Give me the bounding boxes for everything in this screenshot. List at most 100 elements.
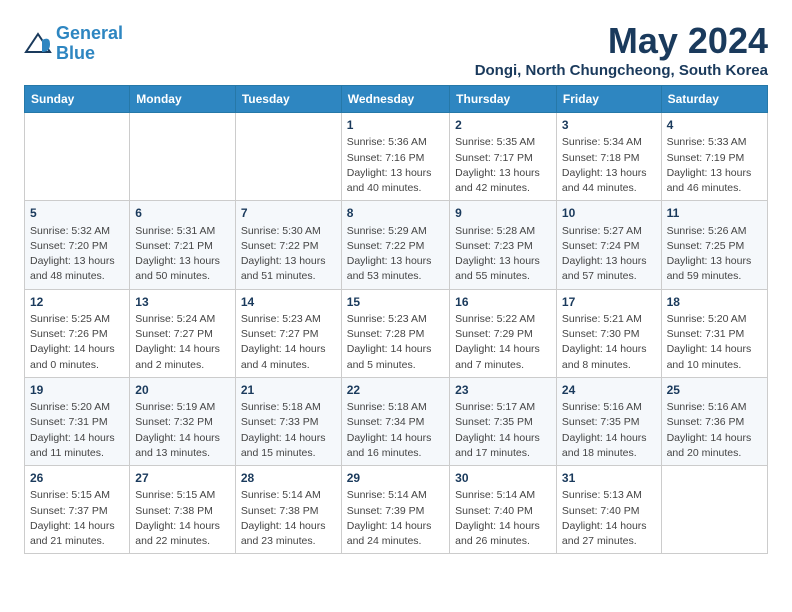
day-info: Sunrise: 5:20 AM Sunset: 7:31 PM Dayligh… [667, 312, 762, 373]
day-info: Sunrise: 5:18 AM Sunset: 7:33 PM Dayligh… [241, 400, 336, 461]
calendar-cell [235, 113, 341, 201]
calendar-cell: 17Sunrise: 5:21 AM Sunset: 7:30 PM Dayli… [556, 289, 661, 377]
day-number: 19 [30, 382, 124, 399]
calendar-week-row: 26Sunrise: 5:15 AM Sunset: 7:37 PM Dayli… [25, 466, 768, 554]
day-number: 3 [562, 117, 656, 134]
calendar-cell: 15Sunrise: 5:23 AM Sunset: 7:28 PM Dayli… [341, 289, 449, 377]
calendar-cell: 13Sunrise: 5:24 AM Sunset: 7:27 PM Dayli… [130, 289, 236, 377]
location-subtitle: Dongi, North Chungcheong, South Korea [475, 62, 768, 79]
calendar-cell: 7 Sunrise: 5:30 AM Sunset: 7:22 PM Daylig… [235, 201, 341, 289]
calendar-cell: 20Sunrise: 5:19 AM Sunset: 7:32 PM Dayli… [130, 377, 236, 465]
calendar-cell: 11Sunrise: 5:26 AM Sunset: 7:25 PM Dayli… [661, 201, 767, 289]
weekday-header-row: SundayMondayTuesdayWednesdayThursdayFrid… [25, 86, 768, 113]
day-number: 20 [135, 382, 230, 399]
logo-text: General Blue [56, 24, 123, 64]
day-number: 10 [562, 205, 656, 222]
day-info: Sunrise: 5:15 AM Sunset: 7:38 PM Dayligh… [135, 488, 230, 549]
calendar-cell [661, 466, 767, 554]
day-number: 29 [347, 470, 444, 487]
calendar-table: SundayMondayTuesdayWednesdayThursdayFrid… [24, 85, 768, 554]
day-number: 9 [455, 205, 551, 222]
day-info: Sunrise: 5:36 AM Sunset: 7:16 PM Dayligh… [347, 135, 444, 196]
day-number: 18 [667, 294, 762, 311]
calendar-cell: 26Sunrise: 5:15 AM Sunset: 7:37 PM Dayli… [25, 466, 130, 554]
calendar-cell: 29Sunrise: 5:14 AM Sunset: 7:39 PM Dayli… [341, 466, 449, 554]
logo-line2: Blue [56, 43, 95, 63]
day-info: Sunrise: 5:20 AM Sunset: 7:31 PM Dayligh… [30, 400, 124, 461]
day-number: 17 [562, 294, 656, 311]
logo: General Blue [24, 24, 123, 64]
day-info: Sunrise: 5:33 AM Sunset: 7:19 PM Dayligh… [667, 135, 762, 196]
calendar-cell: 10Sunrise: 5:27 AM Sunset: 7:24 PM Dayli… [556, 201, 661, 289]
calendar-cell: 28Sunrise: 5:14 AM Sunset: 7:38 PM Dayli… [235, 466, 341, 554]
calendar-cell: 31Sunrise: 5:13 AM Sunset: 7:40 PM Dayli… [556, 466, 661, 554]
calendar-cell: 6 Sunrise: 5:31 AM Sunset: 7:21 PM Daylig… [130, 201, 236, 289]
day-info: Sunrise: 5:18 AM Sunset: 7:34 PM Dayligh… [347, 400, 444, 461]
day-info: Sunrise: 5:21 AM Sunset: 7:30 PM Dayligh… [562, 312, 656, 373]
day-info: Sunrise: 5:23 AM Sunset: 7:27 PM Dayligh… [241, 312, 336, 373]
calendar-week-row: 12Sunrise: 5:25 AM Sunset: 7:26 PM Dayli… [25, 289, 768, 377]
calendar-cell: 23Sunrise: 5:17 AM Sunset: 7:35 PM Dayli… [450, 377, 557, 465]
calendar-cell: 3Sunrise: 5:34 AM Sunset: 7:18 PM Daylig… [556, 113, 661, 201]
weekday-header-saturday: Saturday [661, 86, 767, 113]
weekday-header-wednesday: Wednesday [341, 86, 449, 113]
day-number: 7 [241, 205, 336, 222]
weekday-header-sunday: Sunday [25, 86, 130, 113]
day-number: 25 [667, 382, 762, 399]
day-number: 21 [241, 382, 336, 399]
day-info: Sunrise: 5:32 AM Sunset: 7:20 PM Dayligh… [30, 224, 124, 285]
header: General Blue May 2024 Dongi, North Chung… [24, 20, 768, 79]
calendar-cell: 22Sunrise: 5:18 AM Sunset: 7:34 PM Dayli… [341, 377, 449, 465]
day-info: Sunrise: 5:15 AM Sunset: 7:37 PM Dayligh… [30, 488, 124, 549]
day-info: Sunrise: 5:16 AM Sunset: 7:36 PM Dayligh… [667, 400, 762, 461]
day-info: Sunrise: 5:34 AM Sunset: 7:18 PM Dayligh… [562, 135, 656, 196]
day-info: Sunrise: 5:23 AM Sunset: 7:28 PM Dayligh… [347, 312, 444, 373]
day-info: Sunrise: 5:26 AM Sunset: 7:25 PM Dayligh… [667, 224, 762, 285]
day-number: 6 [135, 205, 230, 222]
calendar-cell: 16Sunrise: 5:22 AM Sunset: 7:29 PM Dayli… [450, 289, 557, 377]
day-info: Sunrise: 5:19 AM Sunset: 7:32 PM Dayligh… [135, 400, 230, 461]
calendar-cell: 25Sunrise: 5:16 AM Sunset: 7:36 PM Dayli… [661, 377, 767, 465]
day-info: Sunrise: 5:16 AM Sunset: 7:35 PM Dayligh… [562, 400, 656, 461]
calendar-cell [25, 113, 130, 201]
day-info: Sunrise: 5:30 AM Sunset: 7:22 PM Dayligh… [241, 224, 336, 285]
calendar-cell: 4Sunrise: 5:33 AM Sunset: 7:19 PM Daylig… [661, 113, 767, 201]
calendar-cell: 5Sunrise: 5:32 AM Sunset: 7:20 PM Daylig… [25, 201, 130, 289]
day-info: Sunrise: 5:31 AM Sunset: 7:21 PM Dayligh… [135, 224, 230, 285]
calendar-cell: 30Sunrise: 5:14 AM Sunset: 7:40 PM Dayli… [450, 466, 557, 554]
logo-line1: General [56, 23, 123, 43]
calendar-week-row: 5Sunrise: 5:32 AM Sunset: 7:20 PM Daylig… [25, 201, 768, 289]
day-info: Sunrise: 5:17 AM Sunset: 7:35 PM Dayligh… [455, 400, 551, 461]
day-number: 16 [455, 294, 551, 311]
day-number: 13 [135, 294, 230, 311]
day-number: 14 [241, 294, 336, 311]
day-info: Sunrise: 5:14 AM Sunset: 7:40 PM Dayligh… [455, 488, 551, 549]
day-number: 4 [667, 117, 762, 134]
calendar-cell: 9 Sunrise: 5:28 AM Sunset: 7:23 PM Daylig… [450, 201, 557, 289]
calendar-cell: 18Sunrise: 5:20 AM Sunset: 7:31 PM Dayli… [661, 289, 767, 377]
calendar-cell: 12Sunrise: 5:25 AM Sunset: 7:26 PM Dayli… [25, 289, 130, 377]
day-number: 1 [347, 117, 444, 134]
day-number: 24 [562, 382, 656, 399]
title-area: May 2024 Dongi, North Chungcheong, South… [475, 20, 768, 79]
day-number: 12 [30, 294, 124, 311]
day-number: 2 [455, 117, 551, 134]
calendar-week-row: 19Sunrise: 5:20 AM Sunset: 7:31 PM Dayli… [25, 377, 768, 465]
day-info: Sunrise: 5:14 AM Sunset: 7:39 PM Dayligh… [347, 488, 444, 549]
calendar-cell: 8Sunrise: 5:29 AM Sunset: 7:22 PM Daylig… [341, 201, 449, 289]
day-info: Sunrise: 5:24 AM Sunset: 7:27 PM Dayligh… [135, 312, 230, 373]
day-number: 26 [30, 470, 124, 487]
calendar-cell: 2Sunrise: 5:35 AM Sunset: 7:17 PM Daylig… [450, 113, 557, 201]
day-number: 23 [455, 382, 551, 399]
calendar-cell: 21Sunrise: 5:18 AM Sunset: 7:33 PM Dayli… [235, 377, 341, 465]
calendar-cell: 1Sunrise: 5:36 AM Sunset: 7:16 PM Daylig… [341, 113, 449, 201]
day-info: Sunrise: 5:25 AM Sunset: 7:26 PM Dayligh… [30, 312, 124, 373]
day-number: 15 [347, 294, 444, 311]
weekday-header-thursday: Thursday [450, 86, 557, 113]
weekday-header-monday: Monday [130, 86, 236, 113]
day-info: Sunrise: 5:28 AM Sunset: 7:23 PM Dayligh… [455, 224, 551, 285]
calendar-cell: 24Sunrise: 5:16 AM Sunset: 7:35 PM Dayli… [556, 377, 661, 465]
day-number: 27 [135, 470, 230, 487]
calendar-cell [130, 113, 236, 201]
calendar-cell: 27Sunrise: 5:15 AM Sunset: 7:38 PM Dayli… [130, 466, 236, 554]
